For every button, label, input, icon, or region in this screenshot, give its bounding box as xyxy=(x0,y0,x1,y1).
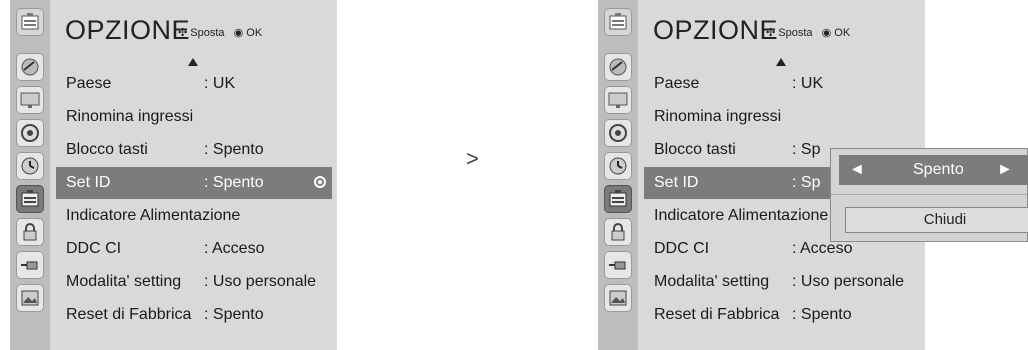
row-value: : Uso personale xyxy=(204,273,317,290)
menu-row-blocco-tasti[interactable]: Blocco tasti : Spento xyxy=(56,134,332,166)
option-icon[interactable] xyxy=(16,185,44,213)
set-id-popup: ◄ Spento ► Chiudi xyxy=(830,148,1028,242)
row-label: Modalita' setting xyxy=(654,273,770,290)
row-value: : Spento xyxy=(792,306,852,323)
menu-row-paese[interactable]: Paese : UK xyxy=(56,68,332,100)
row-value: : Spento xyxy=(204,174,264,191)
scroll-up-arrow-icon[interactable] xyxy=(776,58,786,66)
photo-icon[interactable] xyxy=(604,284,632,312)
menu-row-modalita-setting[interactable]: Modalita' setting : Uso personale xyxy=(56,266,332,298)
row-value: : Spento xyxy=(204,141,264,158)
menu-row-reset-di-fabbrica[interactable]: Reset di Fabbrica : Spento xyxy=(644,299,920,331)
lock-icon[interactable] xyxy=(604,218,632,246)
menu-row-modalita-setting[interactable]: Modalita' setting : Uso personale xyxy=(644,266,920,298)
monitor-icon[interactable] xyxy=(604,86,632,114)
popup-divider xyxy=(831,194,1027,195)
row-label: Rinomina ingressi xyxy=(654,108,782,125)
option-icon[interactable] xyxy=(604,185,632,213)
speaker-icon[interactable] xyxy=(16,119,44,147)
satellite-dish-icon[interactable] xyxy=(604,53,632,81)
row-label: Indicatore Alimentazione xyxy=(654,207,829,224)
row-value: : UK xyxy=(792,75,824,92)
row-label: Modalita' setting xyxy=(66,273,182,290)
row-label: Paese xyxy=(654,75,700,92)
row-label: Rinomina ingressi xyxy=(66,108,194,125)
menu-row-ddc-ci[interactable]: DDC CI : Acceso xyxy=(56,233,332,265)
ok-select-icon xyxy=(314,176,326,188)
speaker-icon[interactable] xyxy=(604,119,632,147)
input-plug-icon[interactable] xyxy=(16,251,44,279)
step-arrow-symbol: > xyxy=(466,146,479,171)
row-label: DDC CI xyxy=(654,240,710,257)
menu-title: OPZIONE xyxy=(653,15,779,45)
icon-column xyxy=(10,0,50,350)
left-menu-panel: OPZIONE ✣ Sposta ◉ OK Paese : UK Rinomin… xyxy=(10,0,337,350)
clock-icon[interactable] xyxy=(604,152,632,180)
option-header-icon xyxy=(604,8,632,36)
right-arrow-icon[interactable]: ► xyxy=(997,155,1013,185)
navigation-hint: ✣ Sposta ◉ OK xyxy=(178,26,262,39)
left-arrow-icon[interactable]: ◄ xyxy=(849,155,865,185)
row-label: Blocco tasti xyxy=(654,141,736,158)
row-value: : Spento xyxy=(204,306,264,323)
move-arrows-icon: ✣ xyxy=(766,27,776,39)
menu-row-set-id[interactable]: Set ID : Spento xyxy=(56,167,332,199)
ok-button-icon: ◉ xyxy=(821,27,832,39)
close-button[interactable]: Chiudi xyxy=(845,207,1028,233)
icon-column xyxy=(598,0,638,350)
row-label: Blocco tasti xyxy=(66,141,148,158)
menu-title: OPZIONE xyxy=(65,15,191,45)
row-value: : Sp xyxy=(792,174,821,191)
row-label: Set ID xyxy=(654,174,699,191)
menu-row-indicatore-alimentazione[interactable]: Indicatore Alimentazione xyxy=(56,200,332,232)
row-value: : Uso personale xyxy=(792,273,905,290)
lock-icon[interactable] xyxy=(16,218,44,246)
monitor-icon[interactable] xyxy=(16,86,44,114)
row-value: : Sp xyxy=(792,141,821,158)
row-label: Reset di Fabbrica xyxy=(66,306,192,323)
ok-hint-label: OK xyxy=(834,27,851,39)
row-label: Indicatore Alimentazione xyxy=(66,207,241,224)
ok-hint-label: OK xyxy=(246,27,263,39)
row-value: : UK xyxy=(204,75,236,92)
row-label: Set ID xyxy=(66,174,111,191)
move-hint-label: Sposta xyxy=(778,27,813,39)
move-hint-label: Sposta xyxy=(190,27,225,39)
photo-icon[interactable] xyxy=(16,284,44,312)
ok-button-icon: ◉ xyxy=(233,27,244,39)
set-id-value-selector[interactable]: ◄ Spento ► xyxy=(839,155,1028,185)
menu-row-paese[interactable]: Paese : UK xyxy=(644,68,920,100)
menu-row-reset-di-fabbrica[interactable]: Reset di Fabbrica : Spento xyxy=(56,299,332,331)
scroll-up-arrow-icon[interactable] xyxy=(188,58,198,66)
row-value: : Acceso xyxy=(204,240,265,257)
row-label: Reset di Fabbrica xyxy=(654,306,780,323)
navigation-hint: ✣ Sposta ◉ OK xyxy=(766,26,850,39)
move-arrows-icon: ✣ xyxy=(178,27,188,39)
satellite-dish-icon[interactable] xyxy=(16,53,44,81)
option-header-icon xyxy=(16,8,44,36)
input-plug-icon[interactable] xyxy=(604,251,632,279)
selector-value: Spento xyxy=(913,161,964,178)
menu-row-rinomina-ingressi[interactable]: Rinomina ingressi xyxy=(644,101,920,133)
row-label: DDC CI xyxy=(66,240,122,257)
row-label: Paese xyxy=(66,75,112,92)
menu-row-rinomina-ingressi[interactable]: Rinomina ingressi xyxy=(56,101,332,133)
clock-icon[interactable] xyxy=(16,152,44,180)
